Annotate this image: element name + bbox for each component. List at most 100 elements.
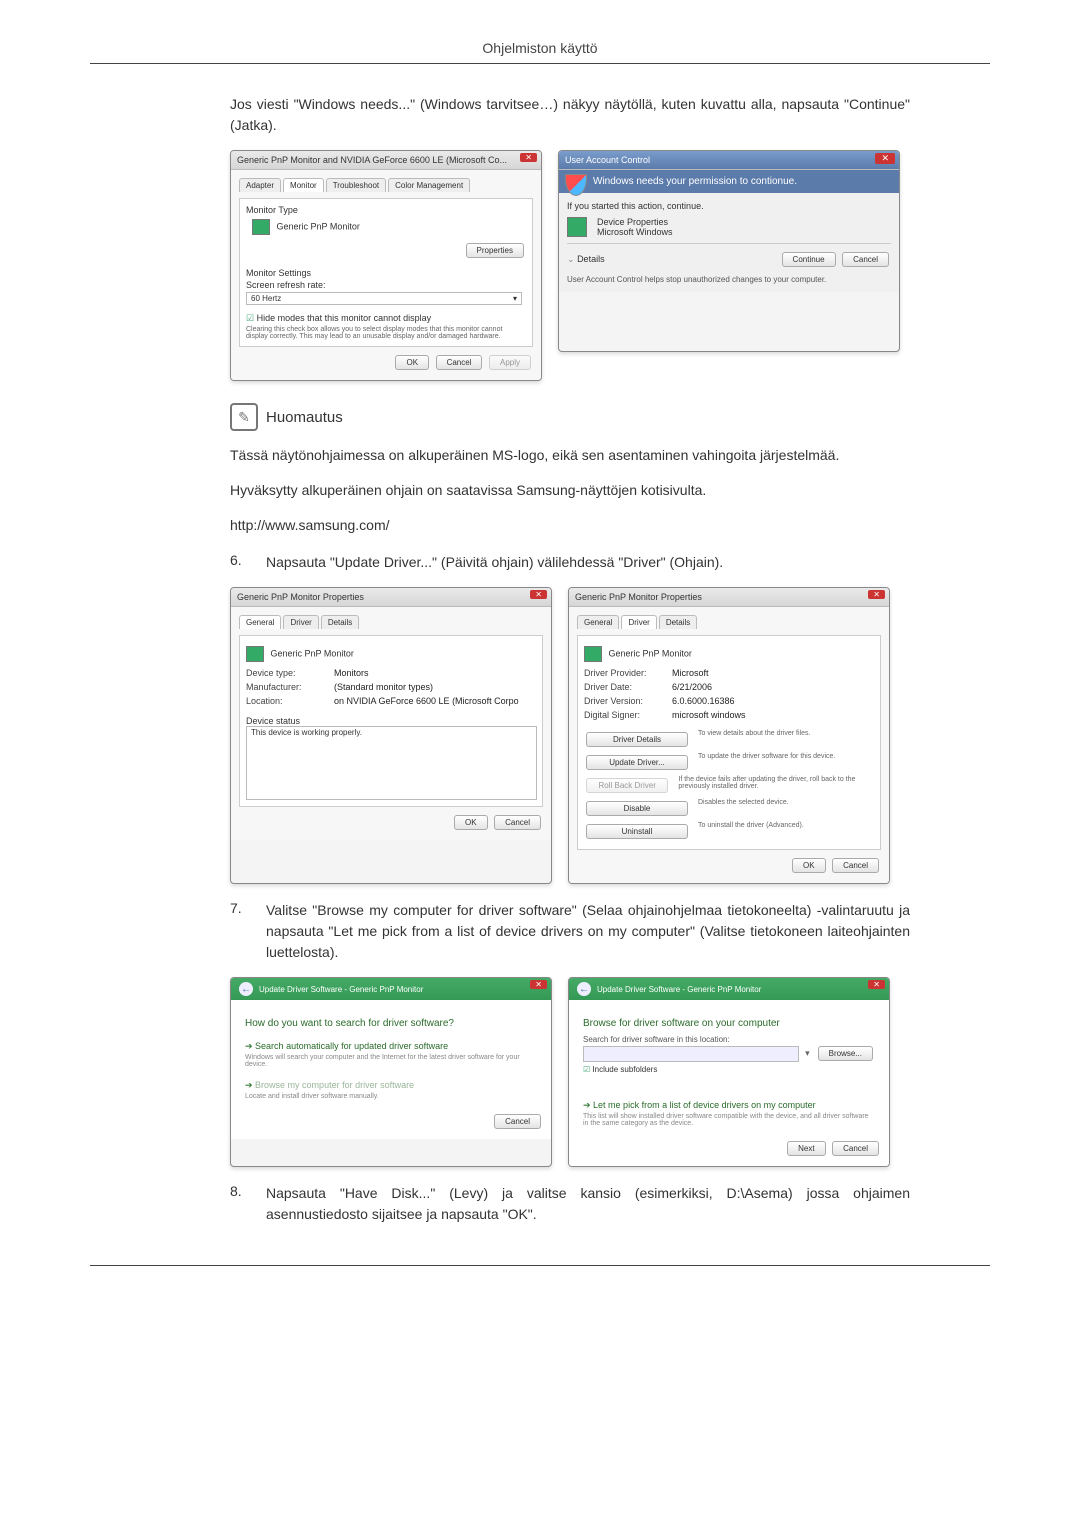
back-icon[interactable]: ←: [239, 982, 253, 996]
label-monitor-type: Monitor Type: [246, 205, 526, 215]
option-sub: Windows will search your computer and th…: [245, 1054, 537, 1068]
browse-button[interactable]: Browse...: [818, 1046, 873, 1061]
window-title: Generic PnP Monitor and NVIDIA GeForce 6…: [231, 151, 541, 170]
option-label: Let me pick from a list of device driver…: [593, 1100, 816, 1110]
title-text: User Account Control: [565, 155, 650, 165]
ok-button[interactable]: OK: [792, 858, 826, 873]
disable-desc: Disables the selected device.: [698, 799, 789, 818]
next-button[interactable]: Next: [787, 1141, 825, 1156]
cancel-button[interactable]: Cancel: [832, 1141, 879, 1156]
label-provider: Driver Provider:: [584, 668, 664, 678]
window-props-driver: Generic PnP Monitor Properties ✕ General…: [568, 587, 890, 884]
close-icon[interactable]: ✕: [868, 590, 885, 599]
label-device-status: Device status: [246, 716, 536, 726]
tab-general[interactable]: General: [239, 615, 281, 629]
option-sub: Locate and install driver software manua…: [245, 1093, 537, 1100]
title-text: Generic PnP Monitor Properties: [237, 592, 364, 602]
tab-driver[interactable]: Driver: [621, 615, 656, 629]
breadcrumb: ← Update Driver Software - Generic PnP M…: [231, 978, 551, 1000]
driver-details-button[interactable]: Driver Details: [586, 732, 688, 747]
tab-troubleshoot[interactable]: Troubleshoot: [326, 178, 386, 192]
hide-modes-checkbox[interactable]: Hide modes that this monitor cannot disp…: [246, 313, 526, 324]
tab-adapter[interactable]: Adapter: [239, 178, 281, 192]
option-search-auto[interactable]: Search automatically for updated driver …: [239, 1035, 543, 1074]
label-date: Driver Date:: [584, 682, 664, 692]
screenshot-row-2: Generic PnP Monitor Properties ✕ General…: [230, 587, 910, 884]
label-version: Driver Version:: [584, 696, 664, 706]
value-manufacturer: (Standard monitor types): [334, 682, 433, 692]
page-header: Ohjelmiston käyttö: [90, 40, 990, 56]
cancel-button[interactable]: Cancel: [832, 858, 879, 873]
uac-headline-text: Windows needs your permission to contion…: [593, 176, 797, 187]
label-monitor-settings: Monitor Settings: [246, 268, 526, 278]
option-label: Browse my computer for driver software: [255, 1080, 414, 1090]
tab-details[interactable]: Details: [321, 615, 359, 629]
shield-icon: [565, 174, 587, 196]
cancel-button[interactable]: Cancel: [494, 815, 541, 830]
rollback-desc: If the device fails after updating the d…: [678, 776, 874, 795]
device-name: Generic PnP Monitor: [609, 648, 692, 658]
update-driver-desc: To update the driver software for this d…: [698, 753, 835, 772]
value-signer: microsoft windows: [672, 710, 746, 720]
note-url[interactable]: http://www.samsung.com/: [230, 515, 910, 536]
hide-modes-description: Clearing this check box allows you to se…: [246, 326, 526, 340]
value-provider: Microsoft: [672, 668, 709, 678]
screenshot-row-3: ← Update Driver Software - Generic PnP M…: [230, 977, 910, 1167]
rollback-button[interactable]: Roll Back Driver: [586, 778, 668, 793]
properties-button[interactable]: Properties: [466, 243, 524, 258]
include-subfolders-checkbox[interactable]: Include subfolders: [577, 1063, 881, 1076]
divider-bottom: [90, 1265, 990, 1266]
device-status-text: This device is working properly.: [251, 728, 362, 737]
wizard-heading: Browse for driver software on your compu…: [577, 1008, 881, 1035]
driver-details-desc: To view details about the driver files.: [698, 730, 810, 749]
ok-button[interactable]: OK: [454, 815, 488, 830]
window-title: Generic PnP Monitor Properties ✕: [569, 588, 889, 607]
window-title: User Account Control ✕: [559, 151, 899, 170]
step-text: Valitse "Browse my computer for driver s…: [266, 900, 910, 963]
chevron-down-icon[interactable]: ⌄: [567, 254, 575, 264]
step-number: 6.: [230, 552, 248, 573]
breadcrumb: ← Update Driver Software - Generic PnP M…: [569, 978, 889, 1000]
disable-button[interactable]: Disable: [586, 801, 688, 816]
screenshot-row-1: Generic PnP Monitor and NVIDIA GeForce 6…: [230, 150, 910, 381]
close-icon[interactable]: ✕: [520, 153, 537, 162]
option-sub: This list will show installed driver sof…: [583, 1113, 875, 1127]
back-icon[interactable]: ←: [577, 982, 591, 996]
step-6: 6. Napsauta "Update Driver..." (Päivitä …: [230, 552, 910, 573]
tab-driver[interactable]: Driver: [283, 615, 318, 629]
cancel-button[interactable]: Cancel: [842, 252, 889, 267]
window-props-general: Generic PnP Monitor Properties ✕ General…: [230, 587, 552, 884]
cancel-button[interactable]: Cancel: [436, 355, 483, 370]
apply-button[interactable]: Apply: [489, 355, 531, 370]
refresh-rate-select[interactable]: 60 Hertz ▾: [246, 292, 522, 305]
path-input[interactable]: [583, 1046, 799, 1062]
tab-general[interactable]: General: [577, 615, 619, 629]
note-paragraph-1: Tässä näytönohjaimessa on alkuperäinen M…: [230, 445, 910, 466]
tab-monitor[interactable]: Monitor: [283, 178, 324, 192]
close-icon[interactable]: ✕: [875, 153, 895, 164]
window-update-wizard-browse: ← Update Driver Software - Generic PnP M…: [568, 977, 890, 1167]
continue-button[interactable]: Continue: [782, 252, 836, 267]
close-icon[interactable]: ✕: [530, 980, 547, 989]
cancel-button[interactable]: Cancel: [494, 1114, 541, 1129]
option-label: Search automatically for updated driver …: [255, 1041, 448, 1051]
monitor-name: Generic PnP Monitor: [277, 221, 360, 231]
uac-app-publisher: Microsoft Windows: [597, 227, 673, 237]
tab-details[interactable]: Details: [659, 615, 697, 629]
label-refresh-rate: Screen refresh rate:: [246, 278, 526, 292]
option-browse-computer[interactable]: Browse my computer for driver software L…: [239, 1074, 543, 1106]
close-icon[interactable]: ✕: [868, 980, 885, 989]
window-monitor-settings: Generic PnP Monitor and NVIDIA GeForce 6…: [230, 150, 542, 381]
wizard-question: How do you want to search for driver sof…: [239, 1008, 543, 1035]
uac-app-name: Device Properties: [597, 217, 673, 227]
close-icon[interactable]: ✕: [530, 590, 547, 599]
note-paragraph-2: Hyväksytty alkuperäinen ohjain on saatav…: [230, 480, 910, 501]
option-let-me-pick[interactable]: Let me pick from a list of device driver…: [577, 1094, 881, 1133]
details-link[interactable]: Details: [577, 254, 605, 264]
value-location: on NVIDIA GeForce 6600 LE (Microsoft Cor…: [334, 696, 519, 706]
ok-button[interactable]: OK: [395, 355, 429, 370]
tab-color-management[interactable]: Color Management: [388, 178, 470, 192]
value-version: 6.0.6000.16386: [672, 696, 735, 706]
uninstall-button[interactable]: Uninstall: [586, 824, 688, 839]
update-driver-button[interactable]: Update Driver...: [586, 755, 688, 770]
